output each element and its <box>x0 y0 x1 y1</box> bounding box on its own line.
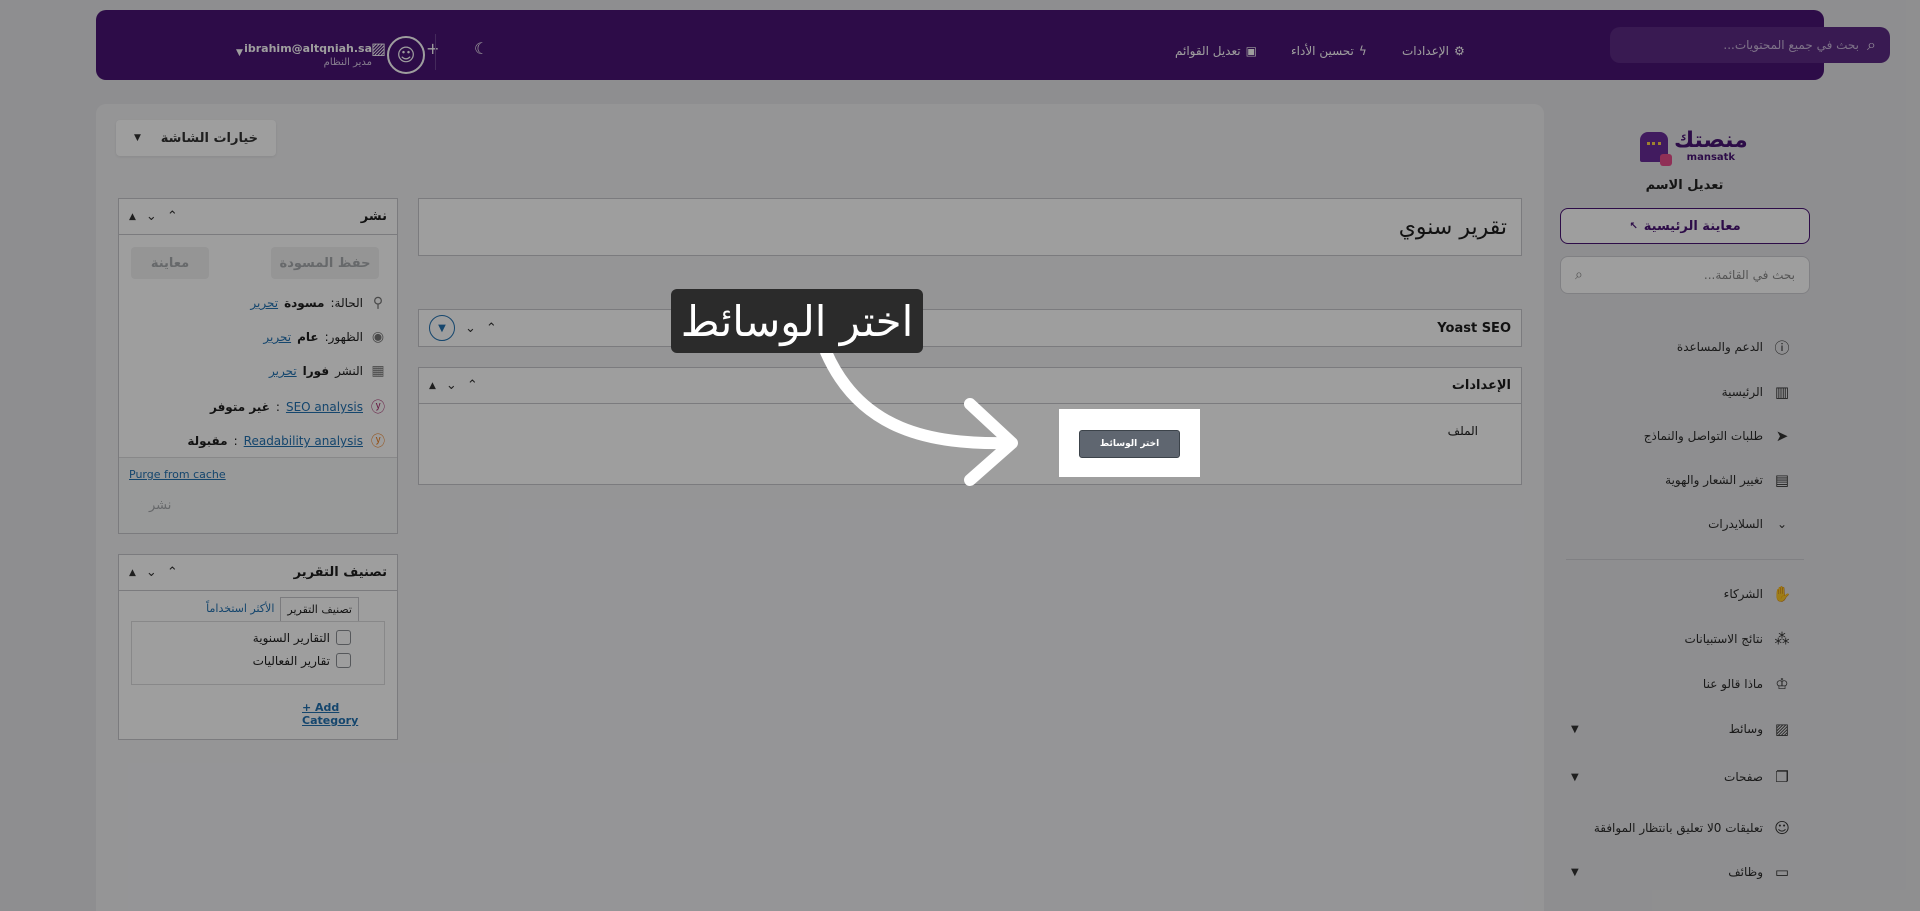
tutorial-overlay <box>0 0 1920 911</box>
select-media-button[interactable]: اختر الوسائط <box>1079 430 1180 458</box>
tutorial-callout-text: اختر الوسائط <box>680 296 914 346</box>
tutorial-callout: اختر الوسائط <box>671 289 923 353</box>
